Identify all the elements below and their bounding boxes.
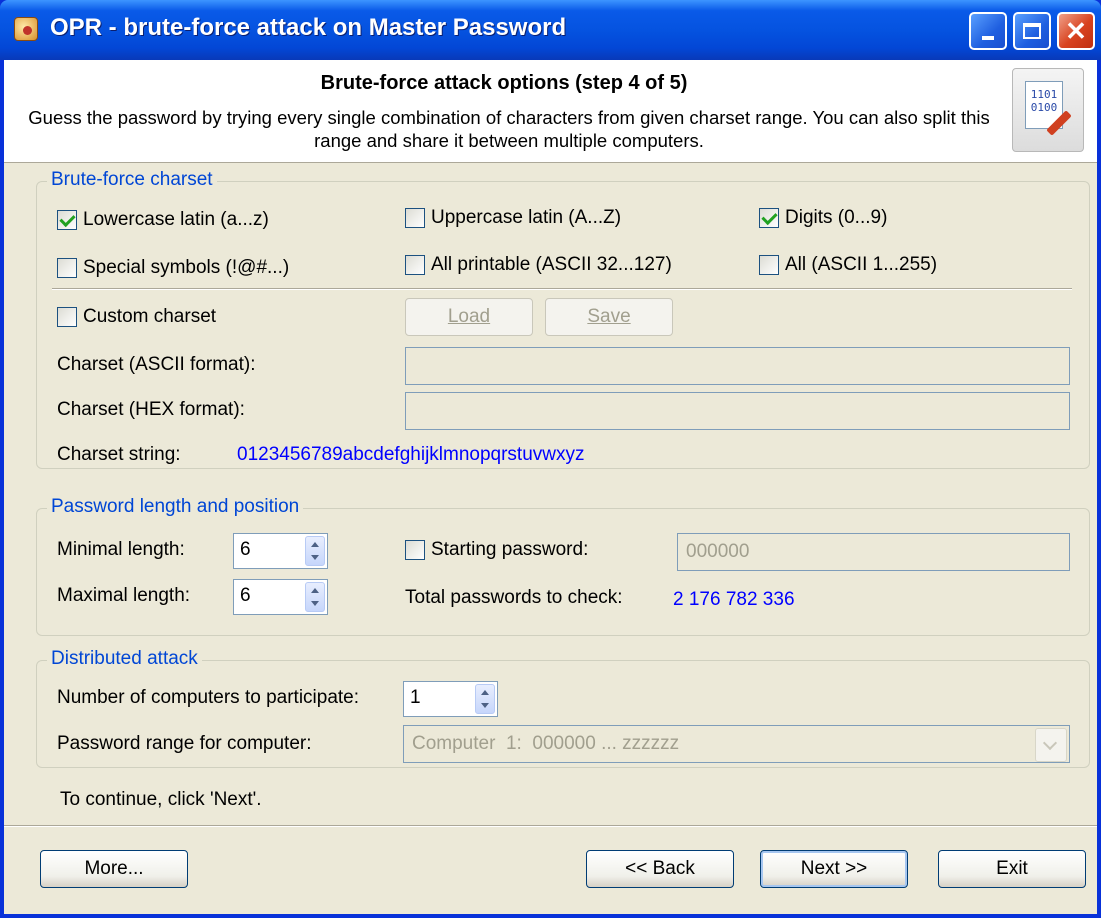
all-ascii-checkbox[interactable]: All (ASCII 1...255) <box>759 254 937 276</box>
digits-checkbox[interactable]: Digits (0...9) <box>759 207 887 229</box>
more-button[interactable]: More... <box>40 850 188 888</box>
distributed-legend: Distributed attack <box>47 648 202 670</box>
spin-arrows-icon[interactable] <box>305 536 325 566</box>
charset-divider <box>52 288 1072 290</box>
wizard-header: Brute-force attack options (step 4 of 5)… <box>4 60 1097 163</box>
lowercase-checkbox[interactable]: Lowercase latin (a...z) <box>57 209 269 231</box>
step-title: Brute-force attack options (step 4 of 5) <box>320 72 688 94</box>
total-passwords-value: 2 176 782 336 <box>673 589 795 610</box>
distributed-group: Distributed attack Number of computers t… <box>36 648 1090 768</box>
max-length-label: Maximal length: <box>57 585 191 606</box>
load-button[interactable]: Load <box>405 298 533 336</box>
spin-arrows-icon[interactable] <box>475 684 495 714</box>
uppercase-checkbox[interactable]: Uppercase latin (A...Z) <box>405 207 621 229</box>
charset-group: Brute-force charset Lowercase latin (a..… <box>36 169 1090 469</box>
minimize-icon <box>971 14 1005 48</box>
maximize-button[interactable] <box>1013 12 1051 50</box>
all-printable-checkbox[interactable]: All printable (ASCII 32...127) <box>405 254 672 276</box>
length-group: Password length and position Minimal len… <box>36 496 1090 636</box>
total-passwords-label: Total passwords to check: <box>405 587 623 608</box>
charset-ascii-label: Charset (ASCII format): <box>57 354 256 375</box>
check-icon <box>759 208 779 228</box>
computers-spinner[interactable]: 1 <box>403 681 498 717</box>
charset-hex-field[interactable] <box>405 392 1070 430</box>
password-range-label: Password range for computer: <box>57 733 312 754</box>
password-range-select[interactable]: Computer 1: 000000 ... zzzzzz <box>403 725 1070 763</box>
custom-charset-checkbox[interactable]: Custom charset <box>57 306 216 328</box>
dropdown-arrow-icon[interactable] <box>1035 728 1067 762</box>
charset-string-label: Charset string: <box>57 444 181 465</box>
step-description: Guess the password by trying every singl… <box>28 107 990 151</box>
charset-hex-label: Charset (HEX format): <box>57 399 245 420</box>
min-length-label: Minimal length: <box>57 539 185 560</box>
computers-label: Number of computers to participate: <box>57 687 360 708</box>
maximize-icon <box>1015 14 1049 48</box>
check-icon <box>57 210 77 230</box>
min-length-spinner[interactable]: 6 <box>233 533 328 569</box>
exit-button[interactable]: Exit <box>938 850 1086 888</box>
footer-divider <box>4 825 1097 827</box>
max-length-spinner[interactable]: 6 <box>233 579 328 615</box>
app-icon <box>14 17 38 41</box>
continue-hint: To continue, click 'Next'. <box>60 789 262 810</box>
starting-password-checkbox[interactable]: Starting password: <box>405 539 588 561</box>
close-button[interactable]: ✕ <box>1057 12 1095 50</box>
special-symbols-checkbox[interactable]: Special symbols (!@#...) <box>57 257 289 279</box>
charset-string-value: 0123456789abcdefghijklmnopqrstuvwxyz <box>237 444 585 465</box>
charset-legend: Brute-force charset <box>47 169 217 191</box>
minimize-button[interactable] <box>969 12 1007 50</box>
close-icon: ✕ <box>1065 15 1087 46</box>
title-bar[interactable]: OPR - brute-force attack on Master Passw… <box>0 0 1101 60</box>
dialog-client: Brute-force attack options (step 4 of 5)… <box>4 60 1097 914</box>
next-button[interactable]: Next >> <box>760 850 908 888</box>
spin-arrows-icon[interactable] <box>305 582 325 612</box>
save-button[interactable]: Save <box>545 298 673 336</box>
starting-password-field[interactable]: 000000 <box>677 533 1070 571</box>
window-title: OPR - brute-force attack on Master Passw… <box>50 14 567 41</box>
charset-ascii-field[interactable] <box>405 347 1070 385</box>
length-legend: Password length and position <box>47 496 304 518</box>
dialog-window: OPR - brute-force attack on Master Passw… <box>0 0 1101 918</box>
back-button[interactable]: << Back <box>586 850 734 888</box>
binary-document-icon: 1101 0100 <box>1012 68 1084 152</box>
